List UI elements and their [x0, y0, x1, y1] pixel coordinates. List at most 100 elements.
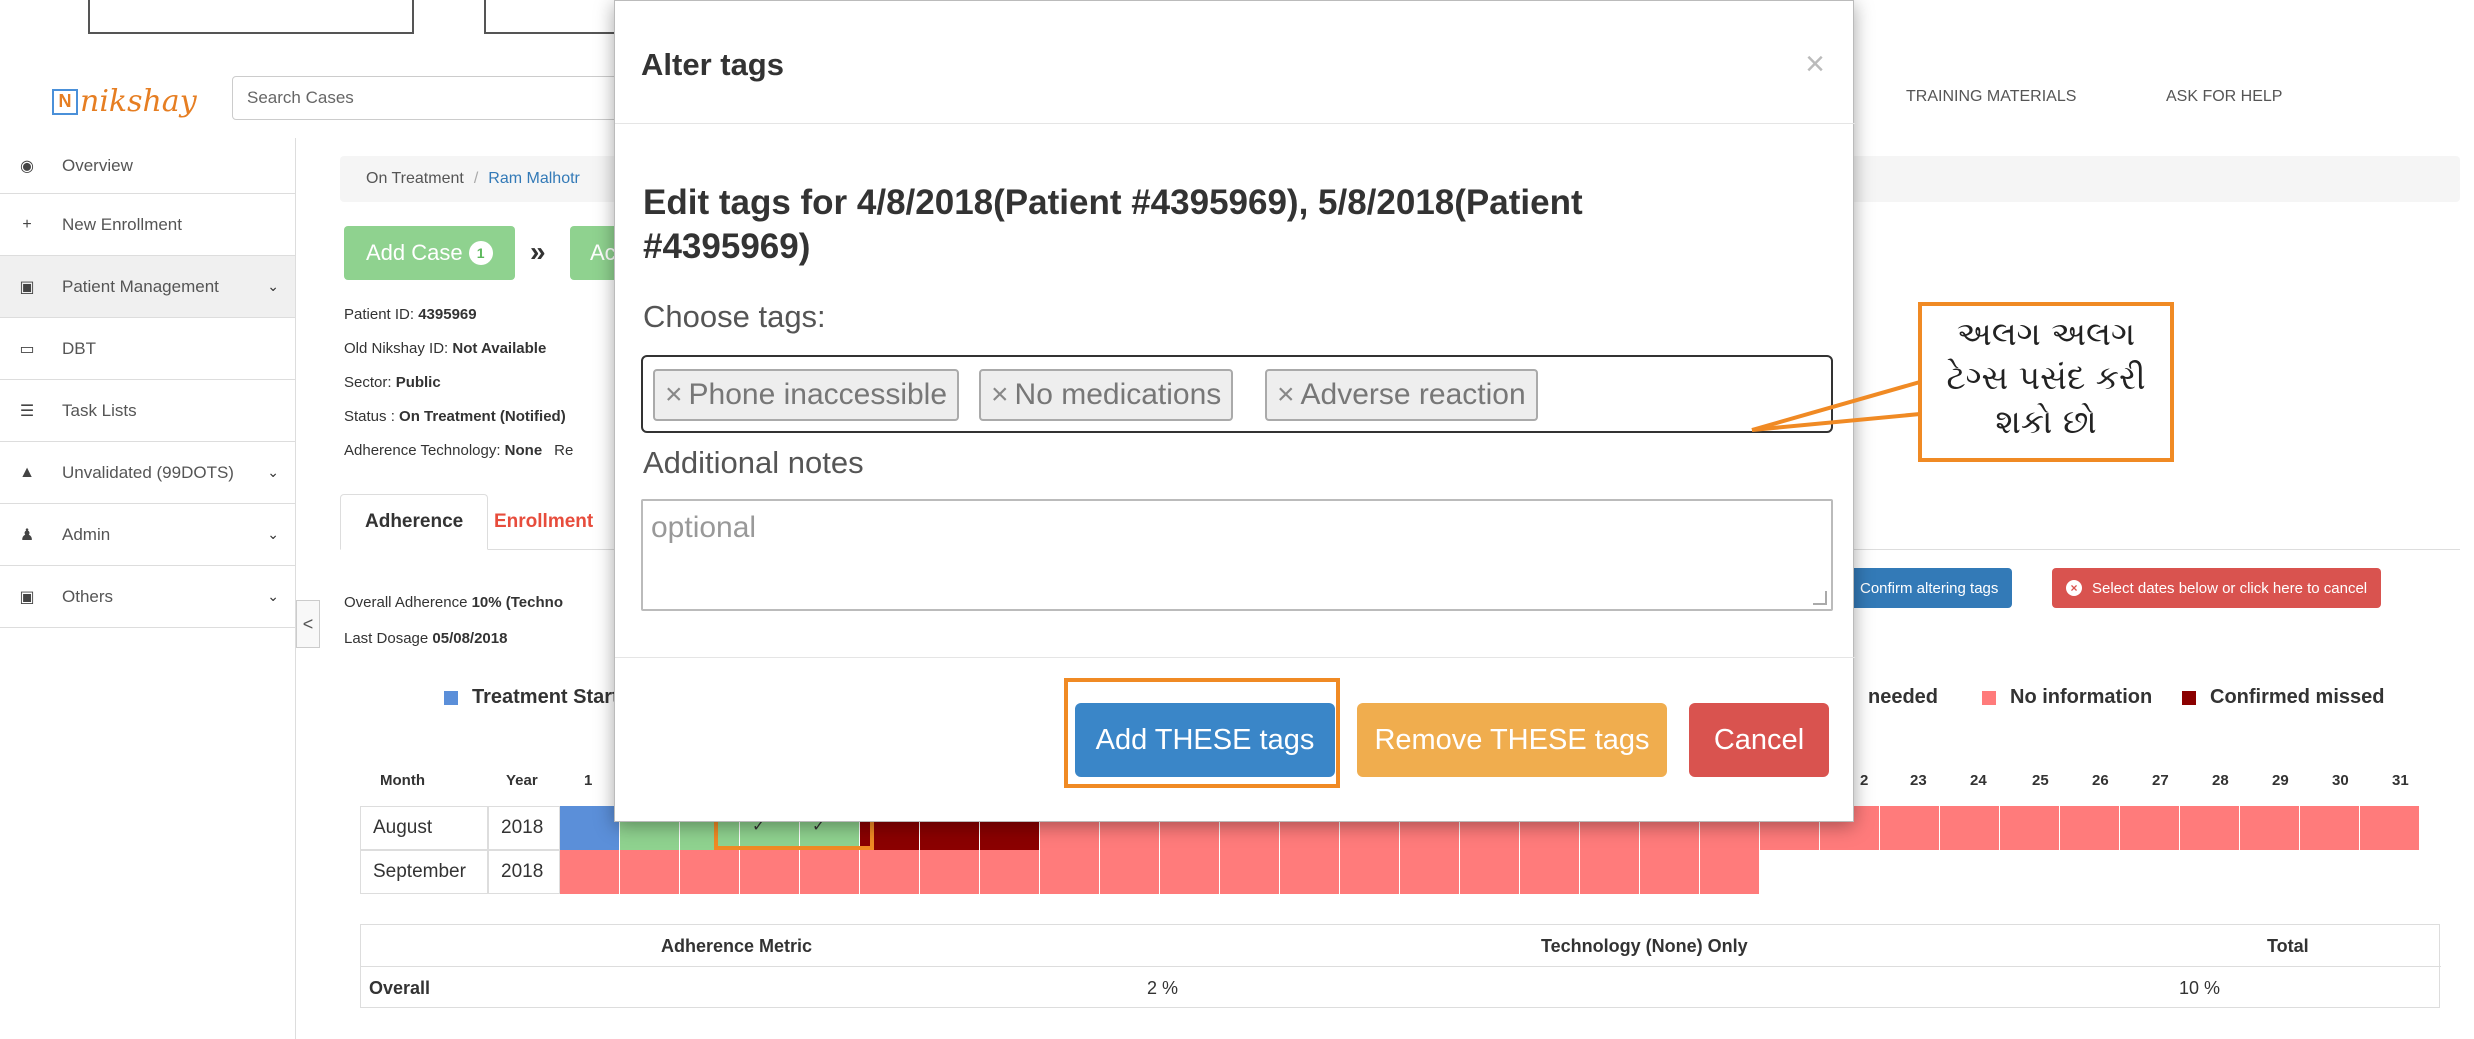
calendar-day-cell[interactable]	[2300, 806, 2360, 850]
sidebar-item-patient-management[interactable]: ▣ Patient Management ⌄	[0, 256, 295, 318]
warning-icon: ▲	[19, 463, 35, 481]
calendar-day-cell[interactable]	[1160, 850, 1220, 894]
calendar-day-cell[interactable]	[1520, 850, 1580, 894]
table-cell: 10 %	[2179, 977, 2221, 998]
sidebar-item-label: Task Lists	[62, 400, 137, 420]
calendar-day-cell[interactable]	[1340, 850, 1400, 894]
tag-phone-inaccessible[interactable]: × Phone inaccessible	[653, 369, 960, 421]
patient-id: Patient ID: 4395969	[344, 306, 477, 323]
tag-adverse-reaction[interactable]: × Adverse reaction	[1265, 369, 1538, 421]
tags-input[interactable]: × Phone inaccessible × No medications × …	[641, 355, 1833, 433]
legend-swatch	[2182, 690, 2196, 705]
calendar-day-cell[interactable]	[2000, 806, 2060, 850]
calendar-day-header: 24	[1970, 772, 1987, 789]
breadcrumb-current[interactable]: On Treatment	[366, 170, 464, 188]
last-dosage: Last Dosage 05/08/2018	[344, 630, 508, 647]
sidebar-item-others[interactable]: ▣ Others ⌄	[0, 566, 295, 628]
double-chevron-icon: »	[530, 236, 546, 267]
resize-handle-icon[interactable]	[1813, 591, 1827, 605]
nav-ask-for-help[interactable]: ASK FOR HELP	[2166, 88, 2282, 106]
remove-tag-icon[interactable]: ×	[991, 378, 1009, 412]
plus-icon: +	[22, 215, 32, 233]
money-icon: ▭	[19, 340, 35, 358]
calendar-day-cell[interactable]	[560, 806, 620, 850]
calendar-day-cell[interactable]	[560, 850, 620, 894]
calendar-day-cell[interactable]	[1400, 850, 1460, 894]
calendar-day-cell[interactable]	[1220, 850, 1280, 894]
cancel-button[interactable]: Cancel	[1689, 703, 1829, 777]
calendar-day-cell[interactable]	[1940, 806, 2000, 850]
chevron-down-icon: ⌄	[267, 278, 279, 294]
dashboard-icon: ◉	[20, 157, 34, 175]
calendar-month-august: August	[360, 806, 488, 850]
table-header: Total	[2267, 935, 2309, 956]
remove-tag-icon[interactable]: ×	[665, 378, 683, 412]
next-step-label: Ac	[590, 240, 616, 265]
chevron-down-icon: ⌄	[267, 588, 279, 604]
search-input[interactable]: Search Cases	[232, 76, 632, 120]
additional-notes-label: Additional notes	[643, 445, 864, 480]
table-header: Technology (None) Only	[1541, 935, 1748, 956]
calendar-day-cell[interactable]	[1100, 850, 1160, 894]
nav-training-materials[interactable]: TRAINING MATERIALS	[1906, 88, 2076, 106]
sidebar-collapse-button[interactable]: <	[296, 600, 320, 648]
annotation-callout: અલગ અલગ ટેગ્સ પસંદ કરી શકો છો	[1918, 302, 2174, 462]
sidebar-item-label: DBT	[62, 338, 96, 358]
calendar-day-cell[interactable]	[2360, 806, 2420, 850]
calendar-day-cell[interactable]	[740, 850, 800, 894]
table-divider	[361, 966, 2441, 967]
tab-adherence[interactable]: Adherence	[340, 494, 489, 550]
briefcase-icon: ▣	[19, 588, 35, 606]
calendar-day-cell[interactable]	[2180, 806, 2240, 850]
calendar-day-cell[interactable]	[2120, 806, 2180, 850]
tab-enrollment[interactable]: Enrollment	[470, 494, 617, 550]
calendar-day-cell[interactable]	[920, 850, 980, 894]
confirm-altering-tags-button[interactable]: Confirm altering tags	[1846, 568, 2013, 608]
breadcrumb-patient-link[interactable]: Ram Malhotr	[488, 170, 580, 188]
calendar-day-cell[interactable]	[980, 850, 1040, 894]
callout-pointer	[1751, 380, 1921, 432]
remove-these-tags-button[interactable]: Remove THESE tags	[1357, 703, 1667, 777]
modal-title: Alter tags	[641, 47, 784, 82]
sidebar-item-admin[interactable]: ♟ Admin ⌄	[0, 504, 295, 566]
calendar-day-cell[interactable]	[2240, 806, 2300, 850]
sidebar-item-label: Others	[62, 586, 114, 606]
close-icon[interactable]: ×	[1805, 45, 1825, 84]
calendar-day-cell[interactable]	[680, 850, 740, 894]
sidebar-item-unvalidated[interactable]: ▲ Unvalidated (99DOTS) ⌄	[0, 442, 295, 504]
sidebar-item-task-lists[interactable]: ☰ Task Lists	[0, 380, 295, 442]
add-case-label: Add Case	[366, 240, 463, 265]
sidebar-item-label: Overview	[62, 155, 133, 175]
close-circle-icon: ×	[2066, 580, 2082, 596]
adherence-metric-table: Adherence Metric Technology (None) Only …	[360, 924, 2441, 1008]
sidebar-item-label: Admin	[62, 524, 111, 544]
add-case-button[interactable]: Add Case 1	[344, 226, 515, 280]
calendar-day-header: 25	[2032, 772, 2049, 789]
chevron-down-icon: ⌄	[267, 526, 279, 542]
calendar-day-cell[interactable]	[1700, 850, 1760, 894]
calendar-day-cell[interactable]	[1280, 850, 1340, 894]
legend-needed: needed	[1868, 686, 1939, 708]
calendar-day-header: 26	[2092, 772, 2109, 789]
highlight-add-tags-button	[1064, 678, 1340, 788]
sidebar-item-overview[interactable]: ◉ Overview	[0, 138, 295, 194]
sidebar-item-dbt[interactable]: ▭ DBT	[0, 318, 295, 380]
tag-no-medications[interactable]: × No medications	[979, 369, 1234, 421]
cancel-selection-button[interactable]: × Select dates below or click here to ca…	[2052, 568, 2382, 608]
sidebar-item-new-enrollment[interactable]: + New Enrollment	[0, 194, 295, 256]
calendar-day-cell[interactable]	[620, 850, 680, 894]
calendar-day-cell[interactable]	[2060, 806, 2120, 850]
table-header: Adherence Metric	[661, 935, 813, 956]
calendar-day-cell[interactable]	[1460, 850, 1520, 894]
logo-text: nikshay	[80, 84, 197, 119]
calendar-day-cell[interactable]	[1640, 850, 1700, 894]
calendar-day-cell[interactable]	[1040, 850, 1100, 894]
calendar-day-cell[interactable]	[860, 850, 920, 894]
logo-icon: N	[52, 88, 78, 115]
calendar-day-cell[interactable]	[1880, 806, 1940, 850]
additional-notes-textarea[interactable]: optional	[641, 499, 1833, 611]
calendar-day-cell[interactable]	[800, 850, 860, 894]
nikshay-logo[interactable]: N nikshay	[52, 84, 197, 119]
calendar-day-cell[interactable]	[1580, 850, 1640, 894]
remove-tag-icon[interactable]: ×	[1277, 378, 1295, 412]
